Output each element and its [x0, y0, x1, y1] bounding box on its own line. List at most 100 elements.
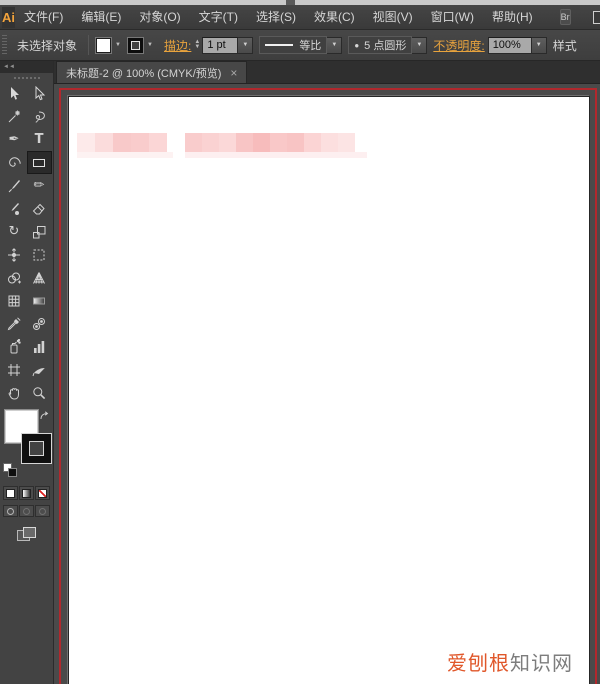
none-button[interactable]: [35, 486, 50, 500]
menu-help[interactable]: 帮助(H): [483, 5, 542, 30]
censored-text-block: [185, 133, 355, 152]
stroke-panel-link[interactable]: 描边:: [164, 37, 191, 54]
toolbar-collapse-button[interactable]: ◄◄: [0, 61, 53, 73]
stroke-width-dropdown-button[interactable]: ▼: [238, 37, 253, 54]
chevron-down-icon[interactable]: ▼: [112, 38, 124, 53]
divider: [88, 35, 89, 55]
default-fill-stroke-icon[interactable]: [3, 463, 17, 477]
workspace-layout-icon: [593, 11, 600, 24]
stroke-proxy-swatch[interactable]: [21, 433, 52, 464]
stroke-color-control[interactable]: ▼: [128, 38, 156, 53]
menu-edit[interactable]: 编辑(E): [72, 5, 130, 30]
hand-tool[interactable]: [2, 381, 27, 404]
draw-inside-button[interactable]: [35, 505, 50, 517]
artboard[interactable]: 爱刨根知识网: [68, 96, 590, 684]
perspective-grid-tool[interactable]: [27, 266, 52, 289]
watermark-brand: 爱刨根: [447, 653, 510, 675]
document-tab-title: 未标题-2 @ 100% (CMYK/预览): [66, 65, 221, 81]
menu-type[interactable]: 文字(T): [190, 5, 247, 30]
window-edge-artifact: [286, 0, 295, 5]
menu-effect[interactable]: 效果(C): [305, 5, 364, 30]
zoom-tool[interactable]: [27, 381, 52, 404]
stroke-profile-line-icon: [265, 44, 293, 46]
rectangle-tool[interactable]: [27, 151, 52, 174]
chevron-down-icon[interactable]: ▼: [144, 38, 156, 53]
mesh-tool[interactable]: [2, 289, 27, 312]
menu-window[interactable]: 窗口(W): [422, 5, 483, 30]
pencil-tool[interactable]: ✏: [27, 174, 52, 197]
toolbar-drag-handle[interactable]: [0, 73, 53, 82]
style-label[interactable]: 样式: [553, 37, 577, 54]
eyedropper-tool[interactable]: [2, 312, 27, 335]
bridge-button[interactable]: Br: [560, 9, 571, 25]
opacity-panel-link[interactable]: 不透明度:: [433, 37, 484, 54]
artboard-tool[interactable]: [2, 358, 27, 381]
paintbrush-tool[interactable]: [2, 174, 27, 197]
brush-definition-value: 5 点圆形: [364, 37, 406, 53]
menu-bar: Ai 文件(F) 编辑(E) 对象(O) 文字(T) 选择(S) 效果(C) 视…: [0, 5, 600, 30]
color-button[interactable]: [3, 486, 18, 500]
lasso-tool[interactable]: [27, 105, 52, 128]
brush-dropdown-button[interactable]: ▼: [412, 37, 427, 54]
opacity-input[interactable]: 100%: [488, 37, 532, 54]
watermark: 爱刨根知识网: [447, 647, 573, 676]
workspace-switcher[interactable]: ▼: [593, 11, 600, 24]
width-tool[interactable]: [2, 243, 27, 266]
symbol-sprayer-tool[interactable]: [2, 335, 27, 358]
tools-panel: ◄◄ ✒ T ✏: [0, 61, 54, 684]
stroke-width-input[interactable]: 1 pt: [202, 37, 238, 54]
window-edge-strip: [0, 0, 600, 5]
menu-view[interactable]: 视图(V): [364, 5, 422, 30]
screen-mode-button[interactable]: [17, 527, 37, 543]
control-bar: 未选择对象 ▼ ▼ 描边: ▲▼ 1 pt ▼ 等比 ▼ ● 5 点圆形 ▼ 不…: [0, 30, 600, 61]
censored-text-shadow: [77, 152, 173, 158]
close-icon[interactable]: ×: [230, 68, 237, 78]
stroke-width-stepper[interactable]: ▲▼: [194, 40, 200, 50]
illustrator-logo: Ai: [2, 7, 15, 28]
type-tool[interactable]: T: [27, 128, 52, 151]
free-transform-tool[interactable]: [27, 243, 52, 266]
blob-brush-tool[interactable]: [2, 197, 27, 220]
color-mode-buttons: [0, 486, 53, 500]
selection-tool[interactable]: [2, 82, 27, 105]
document-area: 未标题-2 @ 100% (CMYK/预览) × 爱刨根知识网: [54, 61, 600, 684]
censored-text-block: [77, 133, 167, 152]
shape-builder-tool[interactable]: [2, 266, 27, 289]
brush-dot-icon: ●: [354, 41, 359, 50]
draw-normal-button[interactable]: [3, 505, 18, 517]
draw-behind-button[interactable]: [19, 505, 34, 517]
opacity-dropdown-button[interactable]: ▼: [532, 37, 547, 54]
document-tab[interactable]: 未标题-2 @ 100% (CMYK/预览) ×: [56, 61, 247, 83]
main-area: ◄◄ ✒ T ✏: [0, 61, 600, 684]
menu-file[interactable]: 文件(F): [15, 5, 72, 30]
selection-status-label: 未选择对象: [17, 37, 77, 54]
swap-fill-stroke-icon[interactable]: [39, 409, 50, 427]
width-profile-select[interactable]: 等比: [259, 36, 327, 54]
menu-select[interactable]: 选择(S): [247, 5, 305, 30]
brush-definition-select[interactable]: ● 5 点圆形: [348, 36, 412, 54]
slice-tool[interactable]: [27, 358, 52, 381]
column-graph-tool[interactable]: [27, 335, 52, 358]
direct-selection-tool[interactable]: [27, 82, 52, 105]
censored-text-shadow: [185, 152, 367, 158]
scale-tool[interactable]: [27, 220, 52, 243]
canvas[interactable]: 爱刨根知识网: [54, 84, 600, 684]
blend-tool[interactable]: [27, 312, 52, 335]
fill-swatch[interactable]: [96, 38, 111, 53]
watermark-suffix: 知识网: [510, 653, 573, 675]
eraser-tool[interactable]: [27, 197, 52, 220]
pen-tool[interactable]: ✒: [2, 128, 27, 151]
width-profile-dropdown-button[interactable]: ▼: [327, 37, 342, 54]
spiral-tool[interactable]: [2, 151, 27, 174]
fill-color-control[interactable]: ▼: [96, 38, 124, 53]
tool-grid: ✒ T ✏ ↻: [0, 82, 53, 404]
magic-wand-tool[interactable]: [2, 105, 27, 128]
rotate-tool[interactable]: ↻: [2, 220, 27, 243]
document-tab-bar: 未标题-2 @ 100% (CMYK/预览) ×: [54, 61, 600, 84]
menu-object[interactable]: 对象(O): [130, 5, 189, 30]
control-bar-grip[interactable]: [2, 35, 7, 55]
gradient-button[interactable]: [19, 486, 34, 500]
stroke-swatch[interactable]: [128, 38, 143, 53]
gradient-tool[interactable]: [27, 289, 52, 312]
width-profile-value: 等比: [299, 37, 321, 53]
